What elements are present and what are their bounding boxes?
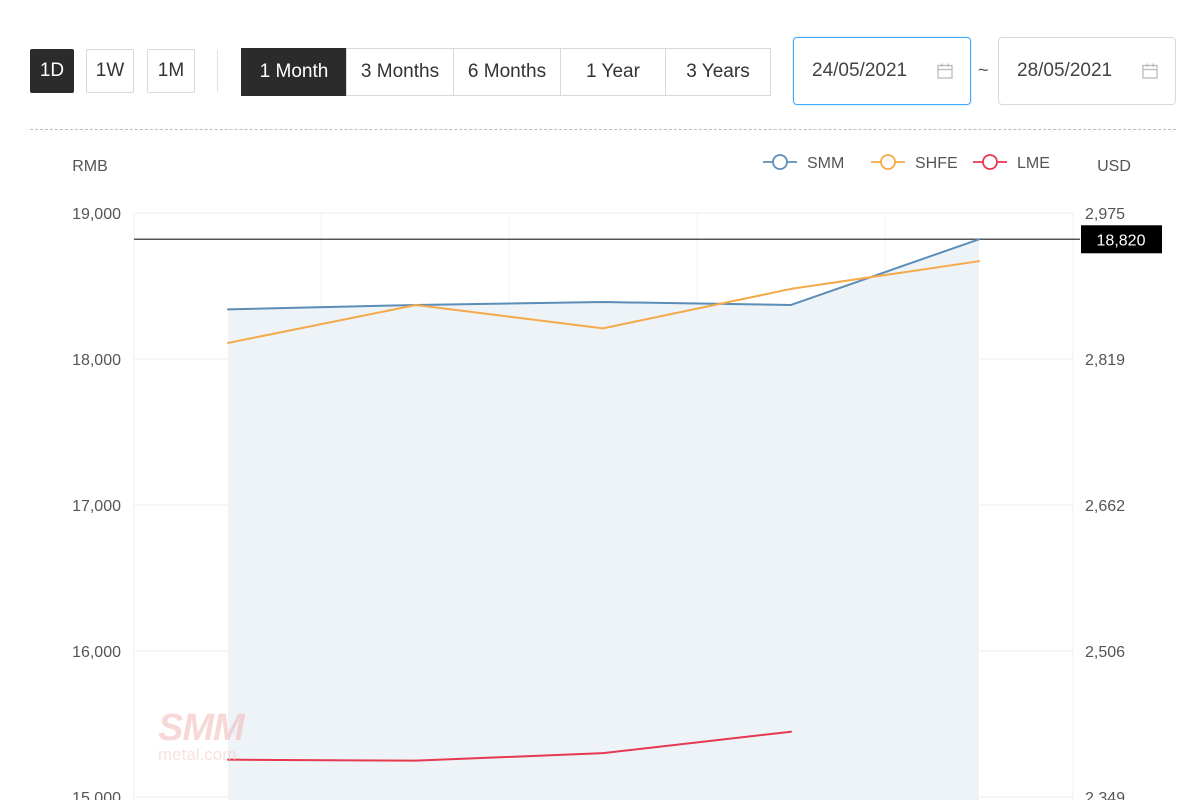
legend-label-lme: LME <box>1017 155 1050 172</box>
legend-label-smm: SMM <box>807 155 844 172</box>
right-axis-tick: 2,349 <box>1085 790 1125 800</box>
right-axis-tick: 2,975 <box>1085 206 1125 223</box>
left-axis-tick: 19,000 <box>72 206 121 223</box>
left-axis-tick: 16,000 <box>72 644 121 661</box>
left-axis-label: RMB <box>72 158 108 175</box>
left-axis-tick: 15,000 <box>72 790 121 800</box>
left-axis-tick: 18,000 <box>72 352 121 369</box>
crosshair-value-label: 18,820 <box>1097 232 1146 249</box>
left-axis-tick: 17,000 <box>72 498 121 515</box>
legend-marker-lme <box>982 154 998 170</box>
right-axis-label: USD <box>1097 158 1131 175</box>
price-chart: RMB 19,000 18,000 17,000 16,000 15,000 USD 2,97… <box>72 154 1162 800</box>
legend-marker-smm <box>772 154 788 170</box>
right-axis-tick: 2,662 <box>1085 498 1125 515</box>
legend-marker-shfe <box>880 154 896 170</box>
legend-label-shfe: SHFE <box>915 155 958 172</box>
right-axis-tick: 2,506 <box>1085 644 1125 661</box>
right-axis-tick: 2,819 <box>1085 352 1125 369</box>
smm-area-fill <box>228 239 979 800</box>
